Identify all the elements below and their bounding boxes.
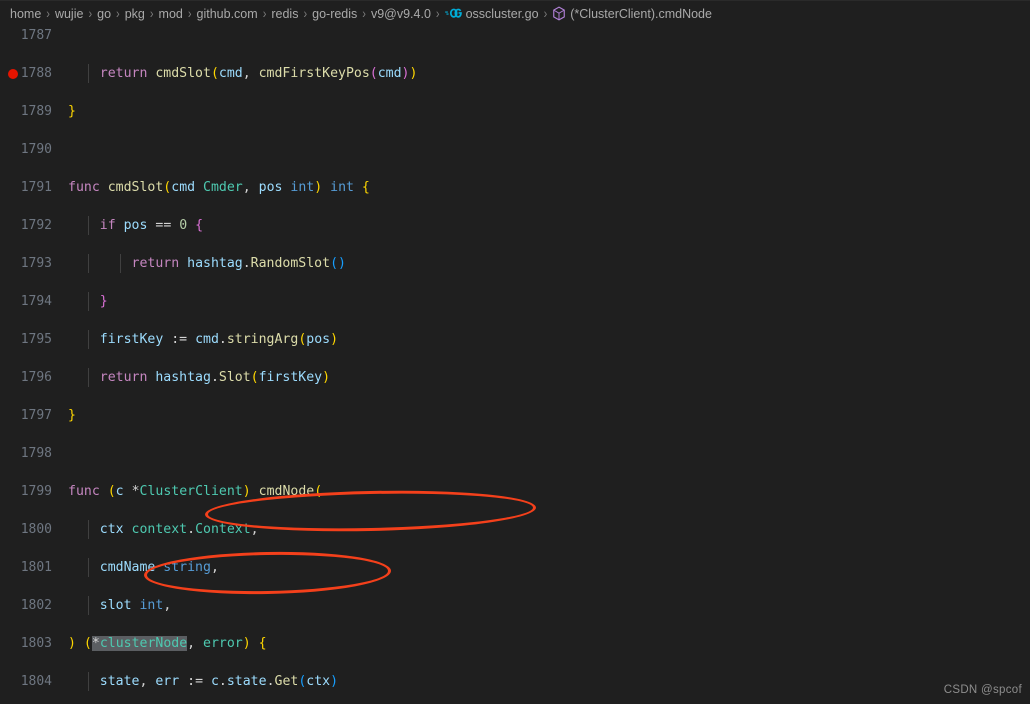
breadcrumb-item-github-com[interactable]: github.com xyxy=(197,7,258,21)
line-number[interactable]: 1790 xyxy=(0,140,56,159)
code-content: firstKey := cmd.stringArg(pos) xyxy=(99,332,339,347)
code-line[interactable]: 1787 xyxy=(0,26,1030,45)
code-line[interactable]: 1804 state, err := c.state.Get(ctx) xyxy=(0,672,1030,691)
code-content: func cmdSlot(cmd Cmder, pos int) int { xyxy=(68,180,370,195)
breadcrumb-item-wujie[interactable]: wujie xyxy=(55,7,84,21)
breadcrumb-label: mod xyxy=(158,6,183,21)
breadcrumb-separator: › xyxy=(46,6,50,21)
breadcrumb-separator: › xyxy=(543,6,548,21)
breadcrumb-item-osscluster-go[interactable]: osscluster.go xyxy=(444,6,539,21)
breadcrumb-item-home[interactable]: home xyxy=(10,7,41,21)
code-line[interactable]: 1794 } xyxy=(0,292,1030,311)
breadcrumb-separator: › xyxy=(149,6,154,21)
line-number[interactable]: 1796 xyxy=(0,368,56,387)
line-number[interactable]: 1793 xyxy=(0,254,56,273)
code-line[interactable]: 1792 if pos == 0 { xyxy=(0,216,1030,235)
code-line[interactable]: 1789 } xyxy=(0,102,1030,121)
code-content: cmdName string, xyxy=(99,560,219,575)
code-content: return cmdSlot(cmd, cmdFirstKeyPos(cmd)) xyxy=(99,66,418,81)
line-number[interactable]: 1787 xyxy=(0,26,56,45)
line-number[interactable]: 1803 xyxy=(0,634,56,653)
line-number[interactable]: 1788 xyxy=(0,64,56,83)
breadcrumb-label: redis xyxy=(271,6,299,21)
breadcrumb-item-pkg[interactable]: pkg xyxy=(125,7,145,21)
line-number[interactable]: 1799 xyxy=(0,482,56,501)
code-content: ) (*clusterNode, error) { xyxy=(68,636,267,651)
code-content: return hashtag.Slot(firstKey) xyxy=(99,370,331,385)
vscode-editor-window: home › wujie › go › pkg › mod › github.c… xyxy=(0,0,1030,704)
code-line[interactable]: 1796 return hashtag.Slot(firstKey) xyxy=(0,368,1030,387)
breadcrumb-label: (*ClusterClient).cmdNode xyxy=(570,6,712,21)
code-line[interactable]: 1799 func (c *ClusterClient) cmdNode( xyxy=(0,482,1030,501)
code-content: func (c *ClusterClient) cmdNode( xyxy=(68,484,323,499)
code-line[interactable]: 1798 xyxy=(0,444,1030,463)
code-content: } xyxy=(68,104,76,119)
line-number[interactable]: 1789 xyxy=(0,102,56,121)
code-content: slot int, xyxy=(99,598,172,613)
line-number[interactable]: 1794 xyxy=(0,292,56,311)
breadcrumb-item-go-redis[interactable]: go-redis xyxy=(312,7,357,21)
code-content: ctx context.Context, xyxy=(99,522,259,537)
code-content: return hashtag.RandomSlot() xyxy=(131,256,346,271)
breadcrumb-label: go-redis xyxy=(312,6,358,21)
breadcrumb-separator: › xyxy=(435,6,440,21)
method-symbol-icon xyxy=(552,6,566,21)
code-line[interactable]: 1793 return hashtag.RandomSlot() xyxy=(0,254,1030,273)
line-number[interactable]: 1802 xyxy=(0,596,56,615)
code-line[interactable]: 1800 ctx context.Context, xyxy=(0,520,1030,539)
line-number[interactable]: 1801 xyxy=(0,558,56,577)
breadcrumb-item-v9[interactable]: v9@v9.4.0 xyxy=(371,7,431,21)
breadcrumb-separator: › xyxy=(88,6,93,21)
line-number[interactable]: 1804 xyxy=(0,672,56,691)
watermark: CSDN @spcof xyxy=(943,684,1022,696)
breadcrumb-label: go xyxy=(97,6,112,21)
line-number[interactable]: 1795 xyxy=(0,330,56,349)
breadcrumb-separator: › xyxy=(303,6,308,21)
code-line[interactable]: 1797 } xyxy=(0,406,1030,425)
code-line[interactable]: 1790 xyxy=(0,140,1030,159)
breadcrumb-label: v9@v9.4.0 xyxy=(370,6,431,21)
breadcrumb-separator: › xyxy=(362,6,366,21)
line-number[interactable]: 1792 xyxy=(0,216,56,235)
line-number[interactable]: 1798 xyxy=(0,444,56,463)
breadcrumb-label: home xyxy=(10,6,42,21)
breadcrumb-separator: › xyxy=(262,6,267,21)
breadcrumb-item-mod[interactable]: mod xyxy=(159,7,183,21)
code-content: if pos == 0 { xyxy=(99,218,204,233)
code-line[interactable]: 1795 firstKey := cmd.stringArg(pos) xyxy=(0,330,1030,349)
breadcrumb-separator: › xyxy=(116,6,120,21)
code-line[interactable]: 1802 slot int, xyxy=(0,596,1030,615)
breadcrumb-label: wujie xyxy=(54,6,84,21)
line-number[interactable]: 1797 xyxy=(0,406,56,425)
code-content: } xyxy=(68,408,76,423)
breadcrumb: home › wujie › go › pkg › mod › github.c… xyxy=(0,0,1030,26)
code-line[interactable]: 1788 return cmdSlot(cmd, cmdFirstKeyPos(… xyxy=(0,64,1030,83)
breadcrumb-item-go[interactable]: go xyxy=(97,7,111,21)
breadcrumb-label: github.com xyxy=(196,6,258,21)
breadcrumb-label: osscluster.go xyxy=(465,6,539,21)
code-line[interactable]: 1801 cmdName string, xyxy=(0,558,1030,577)
breadcrumb-item-redis[interactable]: redis xyxy=(271,7,298,21)
line-number[interactable]: 1791 xyxy=(0,178,56,197)
code-content: state, err := c.state.Get(ctx) xyxy=(99,674,339,689)
code-content: } xyxy=(99,294,108,309)
go-file-icon xyxy=(444,7,462,20)
breadcrumb-separator: › xyxy=(187,6,192,21)
line-number[interactable]: 1800 xyxy=(0,520,56,539)
code-line[interactable]: 1803 ) (*clusterNode, error) { xyxy=(0,634,1030,653)
code-editor[interactable]: 1787 1788 return cmdSlot(cmd, cmdFirstKe… xyxy=(0,26,1030,704)
breadcrumb-label: pkg xyxy=(124,6,145,21)
breadcrumb-item-cmdnode-symbol[interactable]: (*ClusterClient).cmdNode xyxy=(552,6,712,21)
code-line[interactable]: 1791 func cmdSlot(cmd Cmder, pos int) in… xyxy=(0,178,1030,197)
